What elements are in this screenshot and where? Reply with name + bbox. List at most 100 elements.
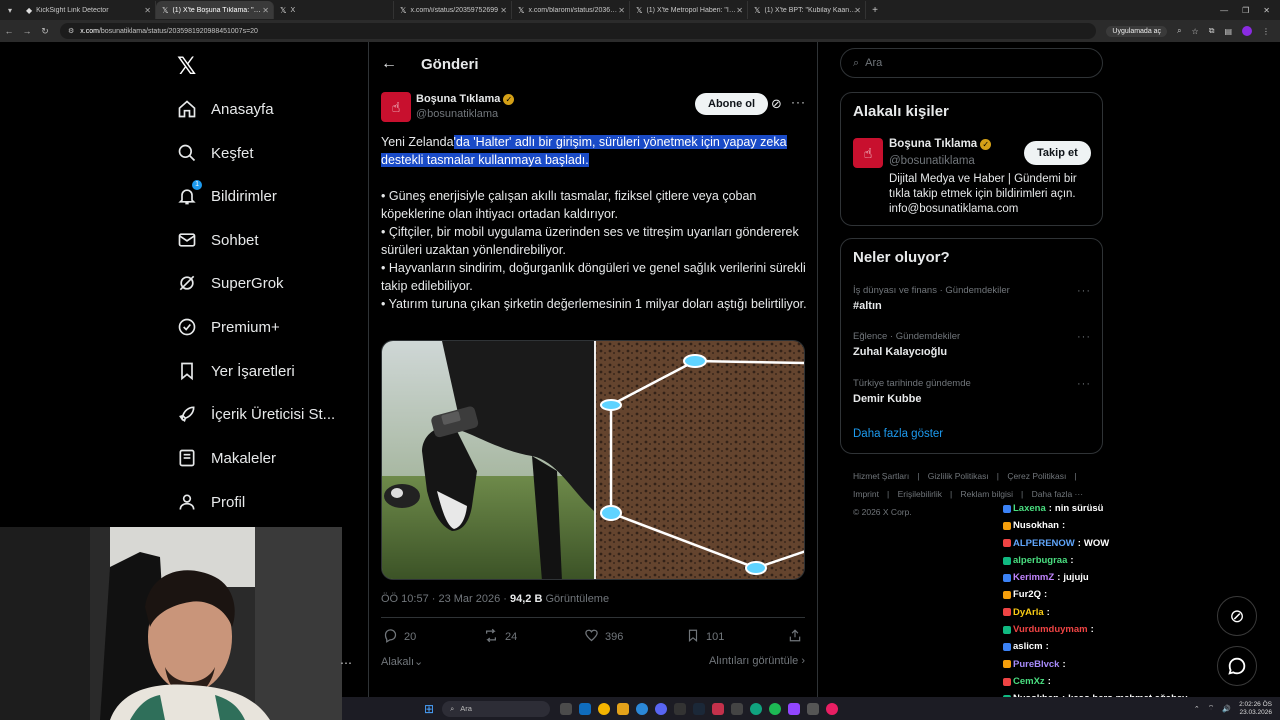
footer-link[interactable]: Reklam bilgisi (961, 489, 1013, 499)
reply-button[interactable]: 20 (383, 628, 416, 646)
close-icon[interactable]: ✕ (262, 6, 269, 15)
nav-item-articles[interactable]: Makaleler (177, 443, 276, 473)
more-options-icon[interactable]: ⋯ (340, 656, 352, 670)
repost-button[interactable]: 24 (483, 628, 517, 646)
app-icon[interactable] (807, 702, 820, 715)
app-icon[interactable] (731, 702, 744, 715)
back-arrow-icon[interactable]: ← (369, 55, 409, 73)
more-options-icon[interactable]: ··· (1077, 378, 1091, 390)
related-person-handle[interactable]: @bosunatiklama (889, 155, 975, 167)
app-icon[interactable] (788, 702, 801, 715)
extensions-icon[interactable]: ⧉ (1209, 26, 1215, 36)
window-close-icon[interactable]: ✕ (1263, 6, 1270, 15)
app-icon[interactable] (674, 702, 687, 715)
follow-button[interactable]: Takip et (1024, 141, 1091, 165)
volume-icon[interactable]: 🔊 (1222, 705, 1231, 713)
star-icon[interactable]: ☆ (1192, 27, 1199, 36)
related-person-avatar[interactable]: ☝ (853, 138, 883, 168)
browser-menu-icon[interactable]: ⋮ (1262, 27, 1270, 36)
browser-tab[interactable]: 𝕏 (1) X'te Metropol Haberi: "İstan ✕ (630, 1, 748, 19)
file-explorer-icon[interactable] (617, 702, 630, 715)
post-author[interactable]: Boşuna Tıklama ✓ @bosunatiklama (416, 93, 515, 120)
maximize-icon[interactable]: ❐ (1242, 6, 1249, 15)
app-icon[interactable] (750, 702, 763, 715)
edge-app-icon[interactable] (579, 702, 592, 715)
related-dropdown[interactable]: Alakalı⌄ (381, 656, 423, 668)
close-icon[interactable]: ✕ (854, 6, 861, 15)
trend-item[interactable]: Türkiye tarihinde gündemde Demir Kubbe ·… (853, 378, 1091, 405)
reload-icon[interactable]: ↻ (36, 26, 54, 37)
spotify-app-icon[interactable] (769, 702, 782, 715)
footer-link[interactable]: Daha fazla ··· (1032, 489, 1084, 499)
browser-tab[interactable]: 𝕏 X (274, 1, 394, 19)
more-options-icon[interactable]: ··· (1077, 331, 1091, 343)
related-person-name[interactable]: Boşuna Tıklama (889, 138, 977, 150)
new-tab-icon[interactable]: + (866, 5, 884, 16)
back-arrow-icon[interactable]: ← (0, 26, 18, 36)
url-field[interactable]: ⚙ x.com/bosunatiklama/status/20359819209… (60, 23, 1097, 39)
footer-link[interactable]: Gizlilik Politikası (928, 471, 989, 481)
site-info-icon[interactable]: ⚙ (68, 27, 74, 35)
share-button[interactable] (788, 628, 802, 646)
open-in-app-button[interactable]: Uygulamada aç (1106, 25, 1168, 37)
author-name[interactable]: Boşuna Tıklama (416, 93, 500, 105)
nav-item-premium[interactable]: Premium+ (177, 312, 280, 342)
nav-item-profile[interactable]: Profil (177, 487, 245, 517)
nav-item-messages[interactable]: Sohbet (177, 225, 259, 255)
footer-link[interactable]: Erişilebilirlik (898, 489, 942, 499)
chevron-up-icon[interactable]: ⌃ (1194, 705, 1200, 713)
network-icon[interactable]: ⌔ (1208, 704, 1215, 713)
grok-floating-button[interactable]: ⊘ (1217, 596, 1257, 636)
task-view-icon[interactable] (560, 702, 573, 715)
author-handle[interactable]: @bosunatiklama (416, 108, 514, 120)
steam-app-icon[interactable] (693, 702, 706, 715)
taskbar-search[interactable]: ⌕ Ara (442, 700, 551, 717)
footer-link[interactable]: Çerez Politikası (1007, 471, 1066, 481)
discord-app-icon[interactable] (655, 702, 668, 715)
app-icon[interactable] (636, 702, 649, 715)
browser-tab[interactable]: 𝕏 x.com/i/status/20359752699 ✕ (394, 1, 512, 19)
app-icon[interactable] (712, 702, 725, 715)
post-media-image[interactable] (381, 340, 805, 580)
taskbar-clock[interactable]: 2:02:26 ÖS 23.03.2026 (1239, 701, 1272, 717)
windows-start-icon[interactable]: ⊞ (424, 702, 434, 716)
close-icon[interactable]: ✕ (500, 6, 507, 15)
nav-item-home[interactable]: Anasayfa (177, 94, 274, 124)
profile-avatar[interactable] (1242, 26, 1252, 36)
app-icon[interactable] (826, 702, 839, 715)
minimize-icon[interactable]: — (1220, 6, 1228, 15)
more-options-icon[interactable]: ··· (1077, 285, 1091, 297)
nav-item-creator-studio[interactable]: İçerik Üreticisi St... (177, 399, 335, 429)
view-quotes-link[interactable]: Alıntıları görüntüle › (709, 655, 805, 667)
footer-link[interactable]: Hizmet Şartları (853, 471, 909, 481)
trend-item[interactable]: Eğlence · Gündemdekiler Zuhal Kalaycıoğl… (853, 331, 1091, 358)
grok-icon[interactable]: ⊘ (771, 96, 782, 112)
trend-item[interactable]: İş dünyası ve finans · Gündemdekiler #al… (853, 285, 1091, 312)
browser-tab[interactable]: ◆ KickSight Link Detector ✕ (20, 1, 156, 19)
forward-arrow-icon[interactable]: → (18, 26, 36, 36)
footer-link[interactable]: Imprint (853, 489, 879, 499)
author-avatar[interactable]: ☝ (381, 92, 411, 122)
nav-item-explore[interactable]: Keşfet (177, 138, 254, 168)
close-icon[interactable]: ✕ (736, 6, 743, 15)
post-timestamp[interactable]: ÖÖ 10:57 · 23 Mar 2026 · (381, 593, 507, 605)
zoom-icon[interactable]: ⌕ (1177, 26, 1181, 36)
nav-item-notifications[interactable]: 1 Bildirimler (177, 180, 277, 211)
like-button[interactable]: 396 (584, 628, 623, 646)
browser-tab-active[interactable]: 𝕏 (1) X'te Boşuna Tıklama: "Yeni Ze ✕ (156, 1, 274, 19)
show-more-link[interactable]: Daha fazla göster (853, 428, 943, 440)
browser-tab[interactable]: 𝕏 (1) X'te BPT: "Kubilay Kaan Kur ✕ (748, 1, 866, 19)
subscribe-button[interactable]: Abone ol (695, 93, 769, 115)
browser-tab[interactable]: 𝕏 x.com/blaromi/status/203602… ✕ (512, 1, 630, 19)
close-icon[interactable]: ✕ (144, 6, 151, 15)
close-icon[interactable]: ✕ (618, 6, 625, 15)
nav-item-bookmarks[interactable]: Yer İşaretleri (177, 356, 295, 386)
more-options-icon[interactable]: ··· (791, 95, 806, 109)
search-input[interactable]: ⌕ Ara (840, 48, 1103, 78)
chrome-app-icon[interactable] (598, 702, 611, 715)
messages-floating-button[interactable] (1217, 646, 1257, 686)
x-logo-icon[interactable]: 𝕏 (177, 52, 196, 80)
sidebar-icon[interactable]: ▤ (1224, 27, 1232, 36)
bookmark-button[interactable]: 101 (686, 628, 724, 646)
nav-item-supergrok[interactable]: SuperGrok (177, 268, 284, 298)
